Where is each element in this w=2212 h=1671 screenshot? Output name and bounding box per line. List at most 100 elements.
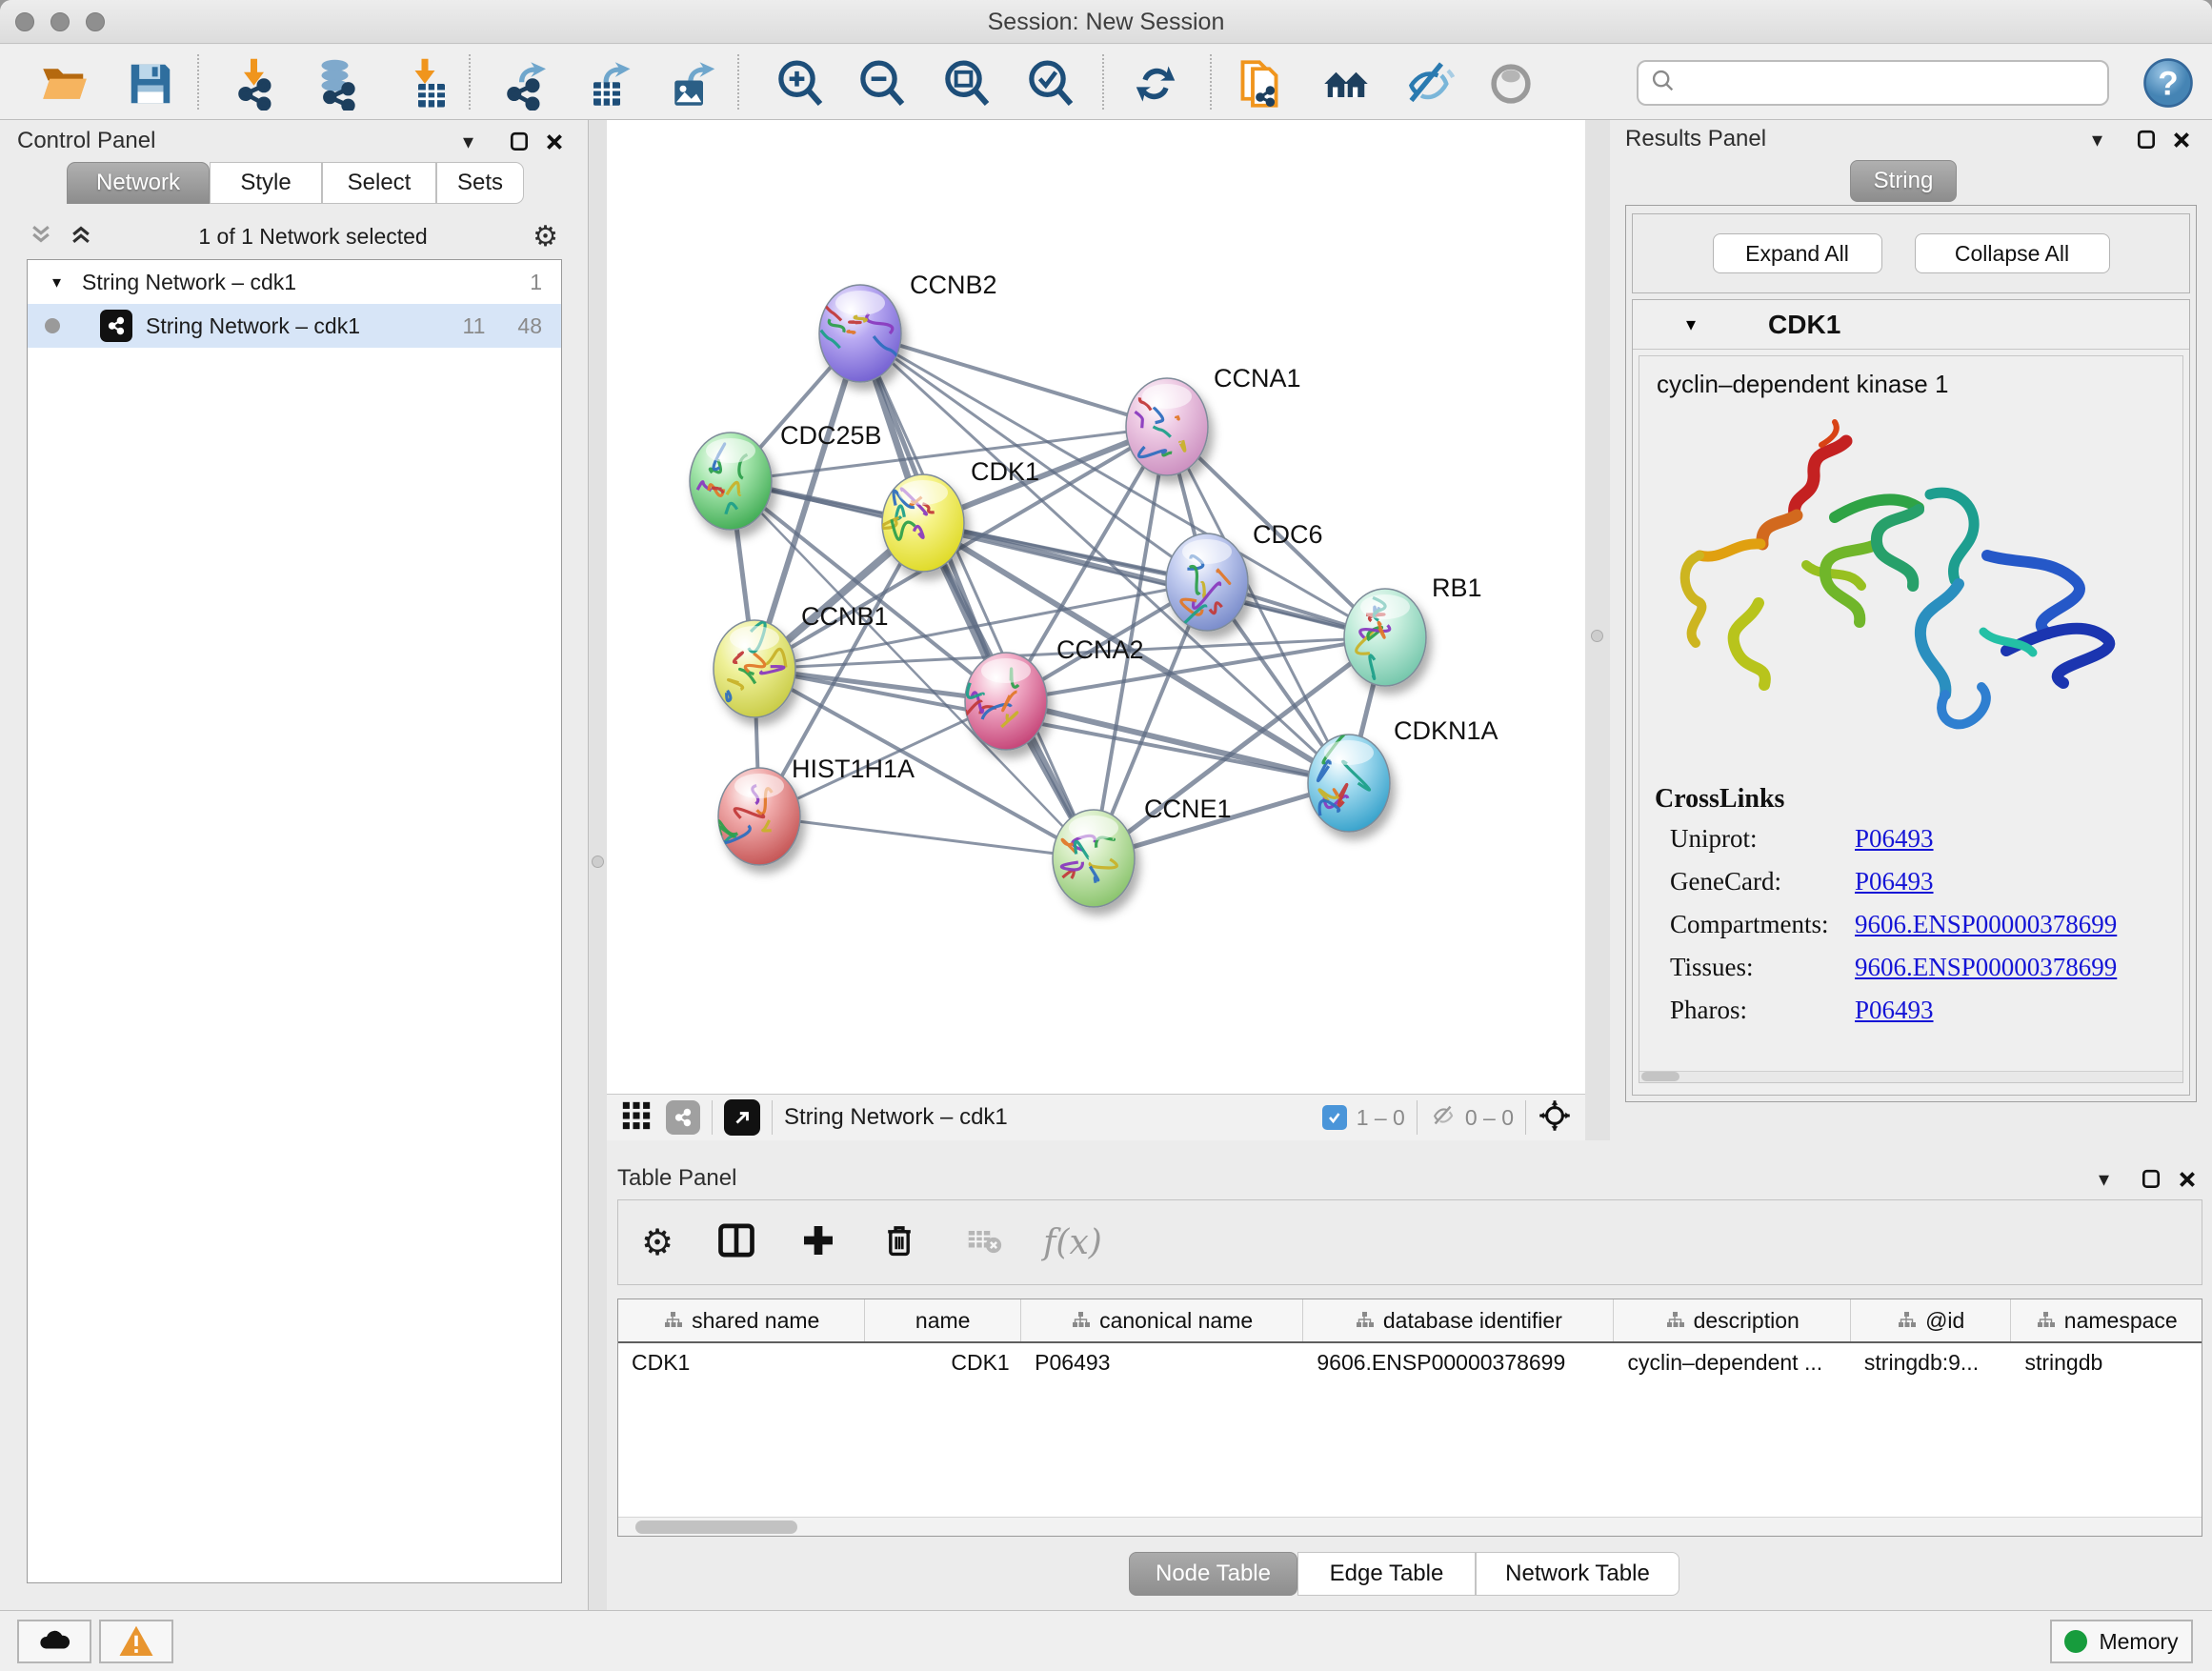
add-column-icon[interactable] bbox=[799, 1221, 837, 1264]
protein-section-header[interactable]: ▾ CDK1 bbox=[1633, 300, 2189, 350]
cell-name[interactable]: CDK1 bbox=[865, 1350, 1021, 1376]
cell-description[interactable]: cyclin–dependent ... bbox=[1615, 1350, 1851, 1376]
float-panel-icon[interactable]: ▾ bbox=[2099, 1167, 2109, 1192]
scrollbar-thumb[interactable] bbox=[1641, 1072, 1679, 1081]
column-header-namespace[interactable]: namespace bbox=[2011, 1299, 2202, 1341]
import-table-button[interactable] bbox=[397, 58, 452, 113]
network-edge[interactable] bbox=[759, 816, 1094, 858]
collapse-all-icon[interactable] bbox=[29, 222, 53, 252]
grid-view-icon[interactable] bbox=[620, 1099, 653, 1137]
open-in-new-icon[interactable] bbox=[724, 1099, 760, 1136]
hide-details-button[interactable] bbox=[1400, 58, 1456, 113]
network-options-gear-icon[interactable]: ⚙ bbox=[533, 220, 558, 253]
network-canvas[interactable]: CCNB2CCNA1CDC25BCDK1CDC6RB1CCNB1CCNA2CDK… bbox=[607, 120, 1585, 1094]
delete-table-icon[interactable] bbox=[965, 1221, 1003, 1264]
zoom-out-button[interactable] bbox=[855, 58, 910, 113]
network-node-ccna1[interactable]: CCNA1 bbox=[1126, 364, 1301, 475]
toolbar-separator bbox=[1417, 1100, 1418, 1135]
selected-checkbox-icon[interactable] bbox=[1322, 1105, 1347, 1130]
close-panel-icon[interactable] bbox=[2171, 130, 2192, 155]
function-builder-icon[interactable]: f(x) bbox=[1043, 1223, 1102, 1262]
crosslink-value-link[interactable]: P06493 bbox=[1855, 867, 1934, 896]
cell-namespace[interactable]: stringdb bbox=[2011, 1350, 2202, 1376]
graphics-details-button[interactable] bbox=[1318, 58, 1374, 113]
cell-shared-name[interactable]: CDK1 bbox=[618, 1350, 865, 1376]
expand-all-button[interactable]: Expand All bbox=[1713, 233, 1882, 273]
column-header-description[interactable]: description bbox=[1614, 1299, 1850, 1341]
tab-network-table[interactable]: Network Table bbox=[1476, 1552, 1679, 1596]
zoom-selected-button[interactable] bbox=[1023, 58, 1078, 113]
table-horizontal-scrollbar[interactable] bbox=[618, 1517, 2202, 1536]
show-details-button[interactable] bbox=[1483, 58, 1538, 113]
crosslink-value-link[interactable]: 9606.ENSP00000378699 bbox=[1855, 910, 2117, 939]
float-panel-icon[interactable]: ▾ bbox=[463, 130, 473, 154]
network-edge[interactable] bbox=[860, 333, 1167, 427]
horizontal-scrollbar[interactable] bbox=[1639, 1071, 2182, 1082]
import-network-file-button[interactable] bbox=[230, 58, 285, 113]
import-network-database-button[interactable] bbox=[311, 58, 366, 113]
close-panel-icon[interactable] bbox=[2177, 1169, 2198, 1195]
maximize-panel-icon[interactable] bbox=[2136, 130, 2157, 155]
left-splitter[interactable] bbox=[589, 120, 607, 1610]
column-header-id[interactable]: @id bbox=[1851, 1299, 2012, 1341]
delete-column-trash-icon[interactable] bbox=[879, 1220, 919, 1265]
annotations-button[interactable] bbox=[1232, 58, 1287, 113]
tab-edge-table[interactable]: Edge Table bbox=[1297, 1552, 1476, 1596]
apply-layout-button[interactable] bbox=[1128, 58, 1183, 113]
help-button[interactable]: ? bbox=[2142, 56, 2195, 114]
network-node-rb1[interactable]: RB1 bbox=[1344, 574, 1482, 686]
tab-style[interactable]: Style bbox=[210, 162, 322, 204]
export-table-button[interactable] bbox=[579, 58, 634, 113]
crosslink-value-link[interactable]: P06493 bbox=[1855, 996, 1934, 1025]
tab-sets[interactable]: Sets bbox=[436, 162, 524, 204]
tree-expander-icon[interactable]: ▾ bbox=[52, 272, 61, 292]
maximize-panel-icon[interactable] bbox=[509, 131, 530, 157]
node-table: shared name name canonical name database… bbox=[617, 1299, 2202, 1537]
tab-network[interactable]: Network bbox=[67, 162, 210, 204]
network-node-hist1h1a[interactable]: HIST1H1A bbox=[714, 755, 915, 865]
column-header-name[interactable]: name bbox=[865, 1299, 1021, 1341]
crosslink-value-link[interactable]: P06493 bbox=[1855, 824, 1934, 854]
tab-select[interactable]: Select bbox=[322, 162, 436, 204]
warnings-button[interactable] bbox=[99, 1620, 173, 1663]
export-image-button[interactable] bbox=[662, 58, 717, 113]
search-bar[interactable] bbox=[1637, 60, 2109, 106]
tab-string[interactable]: String bbox=[1850, 160, 1957, 202]
column-header-canonical-name[interactable]: canonical name bbox=[1021, 1299, 1303, 1341]
table-row[interactable]: CDK1 CDK1 P06493 9606.ENSP00000378699 cy… bbox=[618, 1343, 2202, 1381]
pan-crosshair-icon[interactable] bbox=[1538, 1098, 1572, 1137]
table-options-gear-icon[interactable]: ⚙ bbox=[641, 1221, 674, 1263]
column-header-shared-name[interactable]: shared name bbox=[618, 1299, 865, 1341]
cell-id[interactable]: stringdb:9... bbox=[1851, 1350, 2012, 1376]
network-node-ccne1[interactable]: CCNE1 bbox=[1053, 795, 1232, 907]
network-row[interactable]: String Network – cdk1 11 48 bbox=[28, 304, 561, 348]
tab-node-table[interactable]: Node Table bbox=[1129, 1552, 1297, 1596]
collapse-all-button[interactable]: Collapse All bbox=[1915, 233, 2110, 273]
search-input[interactable] bbox=[1677, 70, 2086, 96]
right-splitter[interactable] bbox=[1585, 120, 1610, 1140]
zoom-fit-button[interactable] bbox=[939, 58, 995, 113]
float-panel-icon[interactable]: ▾ bbox=[2092, 128, 2102, 152]
splitter-handle[interactable] bbox=[1591, 630, 1603, 642]
section-collapse-icon[interactable]: ▾ bbox=[1686, 312, 1696, 336]
open-session-button[interactable] bbox=[37, 58, 92, 113]
expand-all-icon[interactable] bbox=[69, 222, 93, 252]
crosslink-value-link[interactable]: 9606.ENSP00000378699 bbox=[1855, 953, 2117, 982]
show-columns-icon[interactable] bbox=[715, 1219, 757, 1266]
save-session-button[interactable] bbox=[123, 58, 178, 113]
splitter-handle[interactable] bbox=[592, 856, 604, 868]
memory-button[interactable]: Memory bbox=[2050, 1620, 2193, 1663]
cell-database-identifier[interactable]: 9606.ENSP00000378699 bbox=[1303, 1350, 1614, 1376]
scrollbar-thumb[interactable] bbox=[635, 1520, 797, 1534]
network-node-cdkn1a[interactable]: CDKN1A bbox=[1308, 716, 1498, 832]
column-header-database-identifier[interactable]: database identifier bbox=[1303, 1299, 1614, 1341]
zoom-in-button[interactable] bbox=[773, 58, 828, 113]
hidden-eye-icon[interactable] bbox=[1429, 1101, 1458, 1135]
string-view-icon[interactable] bbox=[666, 1100, 700, 1135]
close-panel-icon[interactable] bbox=[544, 131, 565, 157]
network-collection-row[interactable]: ▾ String Network – cdk1 1 bbox=[28, 260, 561, 304]
maximize-panel-icon[interactable] bbox=[2141, 1169, 2162, 1195]
cell-canonical-name[interactable]: P06493 bbox=[1021, 1350, 1303, 1376]
export-network-button[interactable] bbox=[498, 58, 553, 113]
cloud-status-button[interactable] bbox=[17, 1620, 91, 1663]
